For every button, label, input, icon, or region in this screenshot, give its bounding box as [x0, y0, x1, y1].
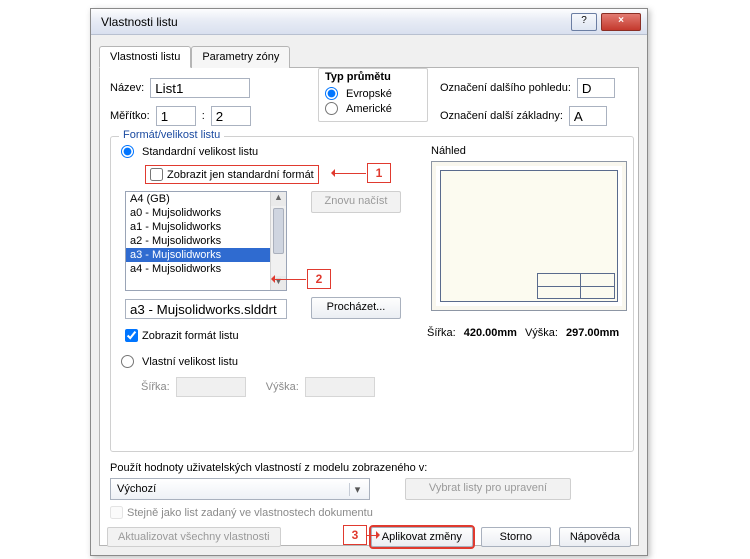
list-item[interactable]: a0 - Mujsolidworks: [126, 206, 286, 220]
preview-dimensions: Šířka: 420.00mm Výška: 297.00mm: [427, 327, 619, 339]
scroll-up-icon[interactable]: ▲: [271, 192, 286, 206]
preview-width-label: Šířka:: [427, 327, 456, 339]
use-custom-props-label: Použít hodnoty uživatelských vlastností …: [110, 462, 634, 474]
standard-size-radio[interactable]: [121, 145, 134, 158]
custom-dims: Šířka: Výška:: [141, 377, 375, 397]
custom-height-label: Výška:: [266, 381, 299, 393]
titlebar[interactable]: Vlastnosti listu ? ×: [91, 9, 647, 35]
standard-size-label: Standardní velikost listu: [142, 146, 258, 158]
callout-3: 3: [343, 525, 367, 545]
preview-width-value: 420.00mm: [464, 327, 517, 339]
only-standard-format-checkbox[interactable]: [150, 168, 163, 181]
callout-1: 1: [367, 163, 391, 183]
projection-european[interactable]: Evropské: [325, 87, 421, 100]
next-datum-label: Označení další základny:: [440, 110, 563, 122]
scale-denom-field[interactable]: [211, 106, 251, 126]
custom-size-option[interactable]: Vlastní velikost listu: [121, 355, 238, 368]
list-item[interactable]: a2 - Mujsolidworks: [126, 234, 286, 248]
format-size-group: Formát/velikost listu Standardní velikos…: [110, 136, 634, 452]
preview-height-label: Výška:: [525, 327, 558, 339]
preview-sheet-border: [440, 170, 618, 302]
same-as-document-label: Stejně jako list zadaný ve vlastnostech …: [127, 507, 373, 519]
projection-european-radio[interactable]: [325, 87, 338, 100]
chevron-down-icon[interactable]: ▾: [349, 483, 365, 496]
tab-zone-parameters[interactable]: Parametry zóny: [191, 46, 290, 68]
sheet-size-list[interactable]: A4 (GB) a0 - Mujsolidworks a1 - Mujsolid…: [125, 191, 287, 291]
standard-size-option[interactable]: Standardní velikost listu: [121, 145, 258, 158]
name-label: Název:: [110, 82, 144, 94]
scale-numer-field[interactable]: [156, 106, 196, 126]
tab-strip: Vlastnosti listu Parametry zóny: [99, 45, 639, 68]
only-standard-format-option[interactable]: Zobrazit jen standardní formát: [145, 165, 319, 184]
client-area: Vlastnosti listu Parametry zóny Název: M…: [97, 39, 641, 549]
custom-size-radio[interactable]: [121, 355, 134, 368]
same-as-document-option[interactable]: Stejně jako list zadaný ve vlastnostech …: [110, 506, 373, 519]
only-standard-format-label: Zobrazit jen standardní formát: [167, 169, 314, 181]
tab-sheet-properties[interactable]: Vlastnosti listu: [99, 46, 191, 68]
show-sheet-format-label: Zobrazit formát listu: [142, 330, 239, 342]
name-row: Název:: [110, 78, 250, 98]
show-sheet-format-checkbox[interactable]: [125, 329, 138, 342]
next-view-label: Označení dalšího pohledu:: [440, 82, 571, 94]
list-item[interactable]: a4 - Mujsolidworks: [126, 262, 286, 276]
projection-american[interactable]: Americké: [325, 102, 421, 115]
use-custom-props-value: Výchozí: [117, 483, 156, 495]
help-button[interactable]: Nápověda: [559, 527, 631, 547]
preview-height-value: 297.00mm: [566, 327, 619, 339]
projection-american-label: Americké: [346, 103, 392, 115]
same-as-document-checkbox: [110, 506, 123, 519]
callout-2: 2: [307, 269, 331, 289]
close-icon[interactable]: ×: [601, 13, 641, 31]
list-item-selected[interactable]: a3 - Mujsolidworks: [126, 248, 286, 262]
bottom-button-bar: Aktualizovat všechny vlastnosti Aplikova…: [107, 527, 631, 547]
scale-label: Měřítko:: [110, 110, 150, 122]
preview-title-block: [537, 273, 615, 299]
projection-group-title: Typ průmětu: [325, 71, 421, 83]
name-field[interactable]: [150, 78, 250, 98]
next-datum-field[interactable]: [569, 106, 607, 126]
dialog-window: Vlastnosti listu ? × Vlastnosti listu Pa…: [90, 8, 648, 556]
sheet-format-path-field[interactable]: [125, 299, 287, 319]
projection-european-label: Evropské: [346, 88, 392, 100]
preview-title: Náhled: [431, 145, 466, 157]
custom-width-field: [176, 377, 246, 397]
custom-height-field: [305, 377, 375, 397]
browse-button[interactable]: Procházet...: [311, 297, 401, 319]
list-item[interactable]: A4 (GB): [126, 192, 286, 206]
custom-size-label: Vlastní velikost listu: [142, 356, 238, 368]
next-view-field[interactable]: [577, 78, 615, 98]
scale-separator: :: [202, 110, 205, 122]
cancel-button[interactable]: Storno: [481, 527, 551, 547]
help-icon[interactable]: ?: [571, 13, 597, 31]
update-all-button[interactable]: Aktualizovat všechny vlastnosti: [107, 527, 281, 547]
custom-width-label: Šířka:: [141, 381, 170, 393]
sheet-preview: [431, 161, 627, 311]
list-item[interactable]: a1 - Mujsolidworks: [126, 220, 286, 234]
select-sheets-button[interactable]: Vybrat listy pro upravení: [405, 478, 571, 500]
next-labels: Označení dalšího pohledu: Označení další…: [440, 78, 615, 134]
use-custom-props-combo[interactable]: Výchozí ▾: [110, 478, 370, 500]
scroll-thumb[interactable]: [273, 208, 284, 254]
projection-american-radio[interactable]: [325, 102, 338, 115]
reload-button[interactable]: Znovu načíst: [311, 191, 401, 213]
projection-group: Typ průmětu Evropské Americké: [318, 68, 428, 122]
show-sheet-format-option[interactable]: Zobrazit formát listu: [125, 329, 239, 342]
window-title: Vlastnosti listu: [101, 15, 571, 29]
tab-panel: Název: Měřítko: : Typ průmětu Evropské A…: [99, 68, 639, 546]
apply-changes-button[interactable]: Aplikovat změny: [371, 527, 473, 547]
format-size-legend: Formát/velikost listu: [119, 129, 224, 141]
scale-row: Měřítko: :: [110, 106, 251, 126]
